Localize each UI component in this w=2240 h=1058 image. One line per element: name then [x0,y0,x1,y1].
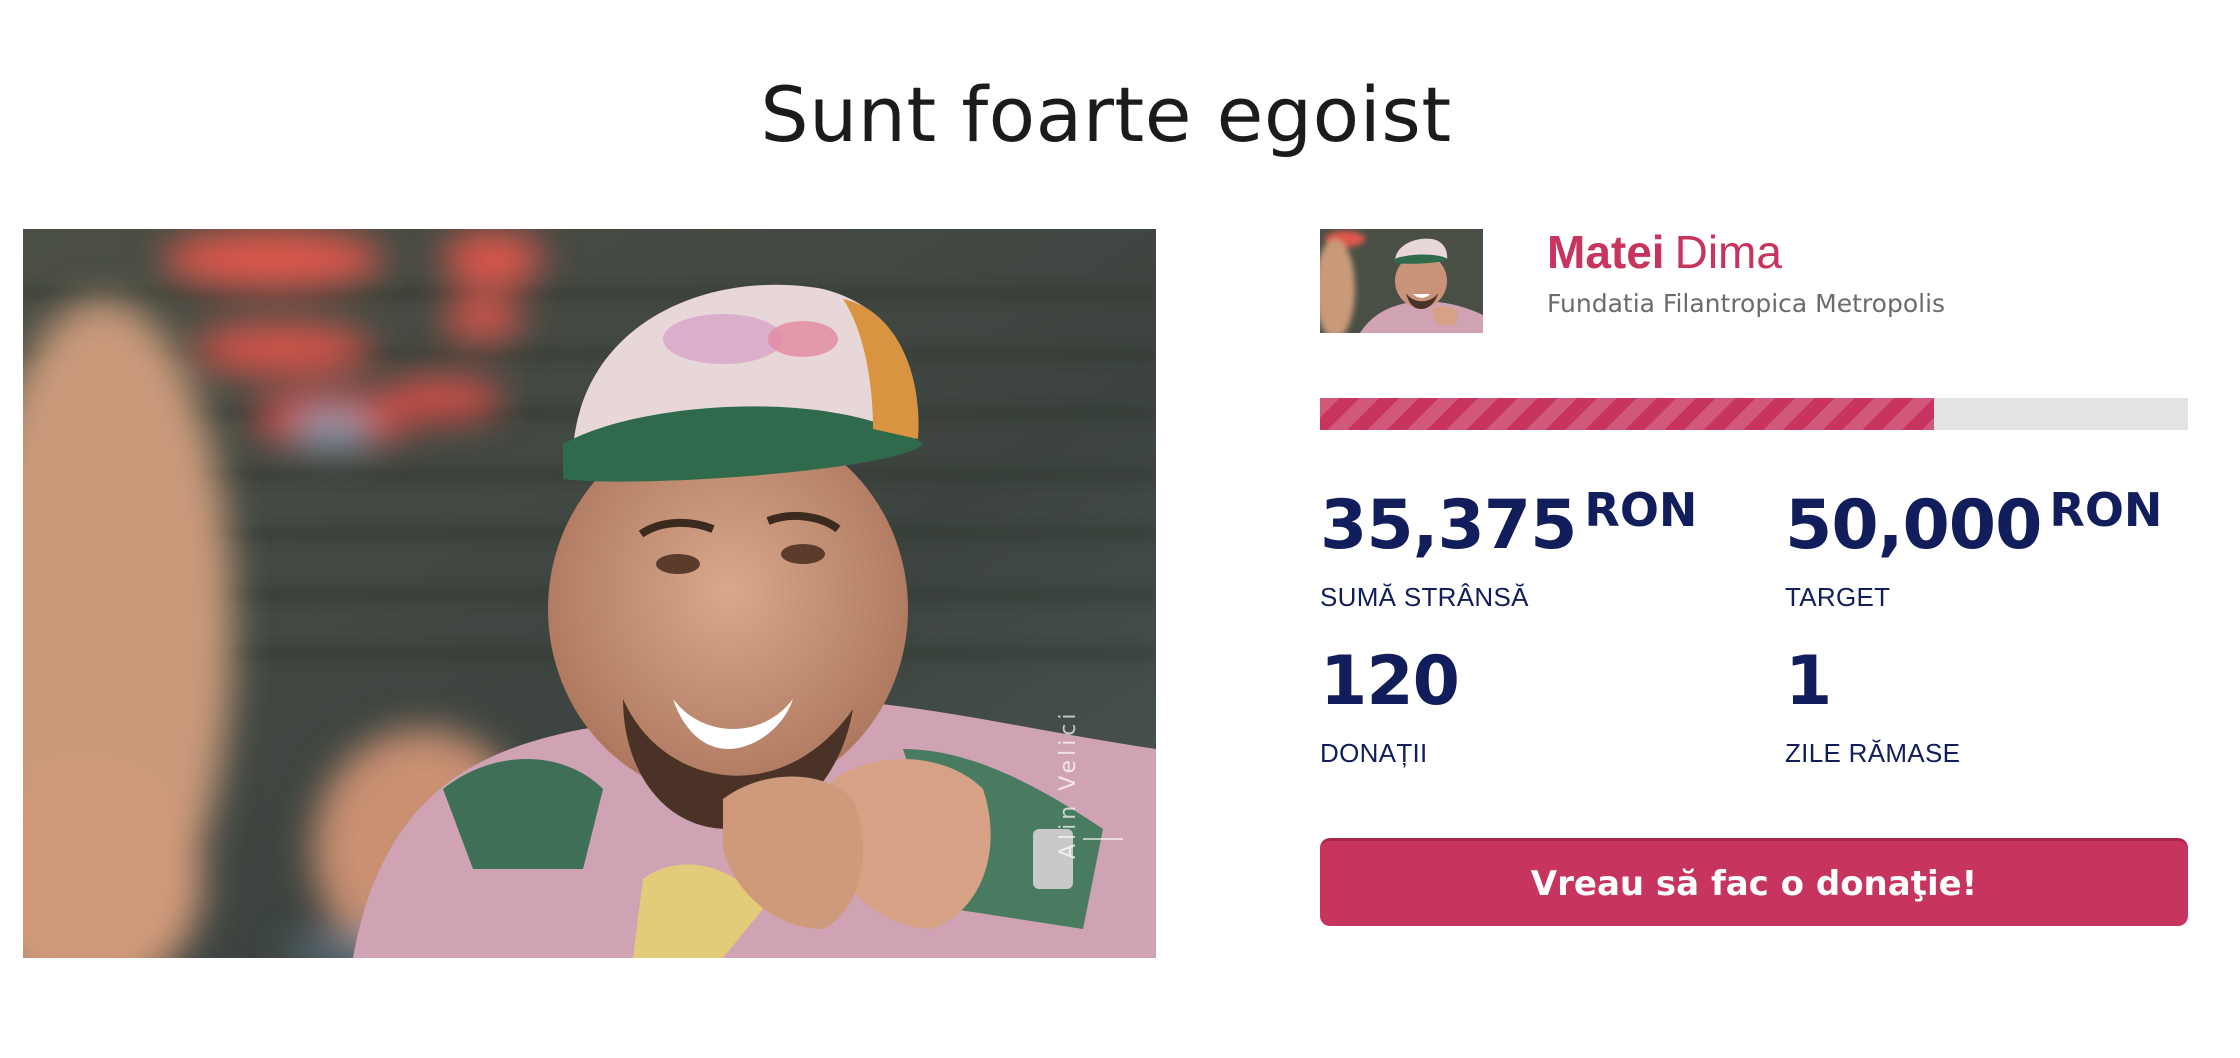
campaigner-last-name: Dima [1674,226,1782,278]
stat-target: 50,000 RON TARGET [1785,470,2162,614]
stat-value: 50,000 RON [1785,470,2162,566]
days-left-value: 1 [1785,642,1832,721]
currency-unit: RON [2049,483,2163,537]
donate-button[interactable]: Vreau să fac o donaţie! [1320,838,2188,926]
target-value: 50,000 [1785,486,2042,565]
stat-value: 35,375 RON [1320,470,1697,566]
amount-raised-label: SUMĂ STRÂNSĂ [1320,582,1529,612]
campaigner-avatar [1320,229,1483,333]
stat-days-left: 1 ZILE RĂMASE [1785,642,1960,770]
fundraising-progress-fill [1320,398,1935,430]
fundraising-progress-bar [1320,398,2188,430]
page-title: Sunt foarte egoist [760,69,1452,159]
campaigner-name[interactable]: Matei Dima [1547,222,2197,282]
currency-unit: RON [1584,483,1698,537]
campaigner-first-name: Matei [1547,226,1665,278]
amount-raised-value: 35,375 [1320,486,1577,565]
donations-label: DONAȚII [1320,738,1428,768]
campaign-photo: Alin Velici [23,229,1156,958]
campaigner-organization: Fundatia Filantropica Metropolis [1547,289,1946,318]
stat-donations: 120 DONAȚII [1320,642,1460,770]
svg-text:Alin Velici: Alin Velici [1056,709,1081,859]
campaigner-info: Matei Dima Fundatia Filantropica Metropol… [1547,222,2197,322]
target-label: TARGET [1785,582,1891,612]
donations-value: 120 [1320,642,1460,721]
stat-amount-raised: 35,375 RON SUMĂ STRÂNSĂ [1320,470,1697,614]
days-left-label: ZILE RĂMASE [1785,738,1961,768]
